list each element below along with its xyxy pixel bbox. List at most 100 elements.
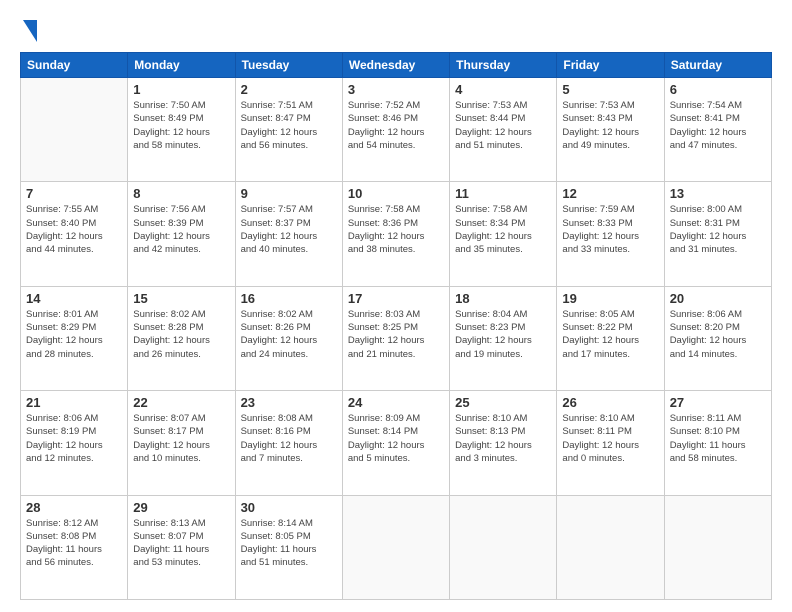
day-number: 7 (26, 186, 122, 201)
day-number: 10 (348, 186, 444, 201)
day-cell: 16 Sunrise: 8:02 AM Sunset: 8:26 PM Dayli… (235, 286, 342, 390)
day-number: 14 (26, 291, 122, 306)
day-number: 28 (26, 500, 122, 515)
weekday-header-friday: Friday (557, 53, 664, 78)
day-info: Sunrise: 8:01 AM Sunset: 8:29 PM Dayligh… (26, 308, 122, 361)
day-info: Sunrise: 8:11 AM Sunset: 8:10 PM Dayligh… (670, 412, 766, 465)
day-cell: 7 Sunrise: 7:55 AM Sunset: 8:40 PM Daylig… (21, 182, 128, 286)
day-info: Sunrise: 7:54 AM Sunset: 8:41 PM Dayligh… (670, 99, 766, 152)
day-cell: 19 Sunrise: 8:05 AM Sunset: 8:22 PM Dayli… (557, 286, 664, 390)
weekday-header-saturday: Saturday (664, 53, 771, 78)
day-number: 25 (455, 395, 551, 410)
day-number: 27 (670, 395, 766, 410)
day-number: 9 (241, 186, 337, 201)
day-info: Sunrise: 8:10 AM Sunset: 8:11 PM Dayligh… (562, 412, 658, 465)
weekday-header-monday: Monday (128, 53, 235, 78)
day-number: 20 (670, 291, 766, 306)
day-cell: 11 Sunrise: 7:58 AM Sunset: 8:34 PM Dayli… (450, 182, 557, 286)
day-cell: 21 Sunrise: 8:06 AM Sunset: 8:19 PM Dayli… (21, 391, 128, 495)
day-number: 4 (455, 82, 551, 97)
day-cell (664, 495, 771, 599)
day-number: 29 (133, 500, 229, 515)
day-cell: 15 Sunrise: 8:02 AM Sunset: 8:28 PM Dayli… (128, 286, 235, 390)
page: SundayMondayTuesdayWednesdayThursdayFrid… (0, 0, 792, 612)
day-cell: 30 Sunrise: 8:14 AM Sunset: 8:05 PM Dayli… (235, 495, 342, 599)
day-number: 8 (133, 186, 229, 201)
weekday-header-tuesday: Tuesday (235, 53, 342, 78)
week-row-0: 1 Sunrise: 7:50 AM Sunset: 8:49 PM Daylig… (21, 78, 772, 182)
day-number: 24 (348, 395, 444, 410)
day-cell: 12 Sunrise: 7:59 AM Sunset: 8:33 PM Dayli… (557, 182, 664, 286)
day-number: 16 (241, 291, 337, 306)
day-cell: 6Sunrise: 7:54 AM Sunset: 8:41 PM Daylig… (664, 78, 771, 182)
day-cell: 3Sunrise: 7:52 AM Sunset: 8:46 PM Daylig… (342, 78, 449, 182)
weekday-header-row: SundayMondayTuesdayWednesdayThursdayFrid… (21, 53, 772, 78)
day-number: 15 (133, 291, 229, 306)
day-info: Sunrise: 7:55 AM Sunset: 8:40 PM Dayligh… (26, 203, 122, 256)
day-cell (450, 495, 557, 599)
week-row-3: 21 Sunrise: 8:06 AM Sunset: 8:19 PM Dayli… (21, 391, 772, 495)
day-number: 30 (241, 500, 337, 515)
logo (20, 18, 37, 42)
weekday-header-sunday: Sunday (21, 53, 128, 78)
day-cell (557, 495, 664, 599)
day-info: Sunrise: 7:58 AM Sunset: 8:34 PM Dayligh… (455, 203, 551, 256)
day-info: Sunrise: 8:02 AM Sunset: 8:28 PM Dayligh… (133, 308, 229, 361)
day-info: Sunrise: 8:12 AM Sunset: 8:08 PM Dayligh… (26, 517, 122, 570)
day-cell: 24 Sunrise: 8:09 AM Sunset: 8:14 PM Dayli… (342, 391, 449, 495)
day-info: Sunrise: 8:05 AM Sunset: 8:22 PM Dayligh… (562, 308, 658, 361)
day-cell: 10 Sunrise: 7:58 AM Sunset: 8:36 PM Dayli… (342, 182, 449, 286)
day-number: 5 (562, 82, 658, 97)
day-info: Sunrise: 8:07 AM Sunset: 8:17 PM Dayligh… (133, 412, 229, 465)
day-cell: 2 Sunrise: 7:51 AM Sunset: 8:47 PM Daylig… (235, 78, 342, 182)
day-number: 2 (241, 82, 337, 97)
day-info: Sunrise: 8:06 AM Sunset: 8:20 PM Dayligh… (670, 308, 766, 361)
day-number: 1 (133, 82, 229, 97)
day-info: Sunrise: 7:58 AM Sunset: 8:36 PM Dayligh… (348, 203, 444, 256)
header (20, 18, 772, 42)
day-number: 19 (562, 291, 658, 306)
day-number: 3 (348, 82, 444, 97)
day-info: Sunrise: 8:14 AM Sunset: 8:05 PM Dayligh… (241, 517, 337, 570)
day-number: 11 (455, 186, 551, 201)
day-info: Sunrise: 8:00 AM Sunset: 8:31 PM Dayligh… (670, 203, 766, 256)
day-cell: 25 Sunrise: 8:10 AM Sunset: 8:13 PM Dayli… (450, 391, 557, 495)
weekday-header-thursday: Thursday (450, 53, 557, 78)
day-number: 12 (562, 186, 658, 201)
day-cell: 13Sunrise: 8:00 AM Sunset: 8:31 PM Dayli… (664, 182, 771, 286)
day-number: 23 (241, 395, 337, 410)
day-number: 22 (133, 395, 229, 410)
day-info: Sunrise: 8:08 AM Sunset: 8:16 PM Dayligh… (241, 412, 337, 465)
day-cell: 8 Sunrise: 7:56 AM Sunset: 8:39 PM Daylig… (128, 182, 235, 286)
day-info: Sunrise: 8:03 AM Sunset: 8:25 PM Dayligh… (348, 308, 444, 361)
day-cell: 9 Sunrise: 7:57 AM Sunset: 8:37 PM Daylig… (235, 182, 342, 286)
day-info: Sunrise: 7:57 AM Sunset: 8:37 PM Dayligh… (241, 203, 337, 256)
day-info: Sunrise: 7:53 AM Sunset: 8:43 PM Dayligh… (562, 99, 658, 152)
week-row-2: 14 Sunrise: 8:01 AM Sunset: 8:29 PM Dayli… (21, 286, 772, 390)
day-number: 17 (348, 291, 444, 306)
day-info: Sunrise: 7:59 AM Sunset: 8:33 PM Dayligh… (562, 203, 658, 256)
day-cell: 29 Sunrise: 8:13 AM Sunset: 8:07 PM Dayli… (128, 495, 235, 599)
day-info: Sunrise: 8:06 AM Sunset: 8:19 PM Dayligh… (26, 412, 122, 465)
day-info: Sunrise: 8:02 AM Sunset: 8:26 PM Dayligh… (241, 308, 337, 361)
weekday-header-wednesday: Wednesday (342, 53, 449, 78)
day-number: 26 (562, 395, 658, 410)
day-info: Sunrise: 7:53 AM Sunset: 8:44 PM Dayligh… (455, 99, 551, 152)
day-info: Sunrise: 8:13 AM Sunset: 8:07 PM Dayligh… (133, 517, 229, 570)
day-cell: 14 Sunrise: 8:01 AM Sunset: 8:29 PM Dayli… (21, 286, 128, 390)
day-number: 21 (26, 395, 122, 410)
day-cell: 26 Sunrise: 8:10 AM Sunset: 8:11 PM Dayli… (557, 391, 664, 495)
day-info: Sunrise: 7:50 AM Sunset: 8:49 PM Dayligh… (133, 99, 229, 152)
day-info: Sunrise: 8:09 AM Sunset: 8:14 PM Dayligh… (348, 412, 444, 465)
week-row-1: 7 Sunrise: 7:55 AM Sunset: 8:40 PM Daylig… (21, 182, 772, 286)
day-info: Sunrise: 7:51 AM Sunset: 8:47 PM Dayligh… (241, 99, 337, 152)
calendar-table: SundayMondayTuesdayWednesdayThursdayFrid… (20, 52, 772, 600)
day-cell: 23 Sunrise: 8:08 AM Sunset: 8:16 PM Dayli… (235, 391, 342, 495)
day-info: Sunrise: 8:10 AM Sunset: 8:13 PM Dayligh… (455, 412, 551, 465)
day-info: Sunrise: 7:56 AM Sunset: 8:39 PM Dayligh… (133, 203, 229, 256)
day-cell: 17 Sunrise: 8:03 AM Sunset: 8:25 PM Dayli… (342, 286, 449, 390)
day-cell: 22 Sunrise: 8:07 AM Sunset: 8:17 PM Dayli… (128, 391, 235, 495)
day-info: Sunrise: 8:04 AM Sunset: 8:23 PM Dayligh… (455, 308, 551, 361)
day-cell (342, 495, 449, 599)
day-cell: 20 Sunrise: 8:06 AM Sunset: 8:20 PM Dayli… (664, 286, 771, 390)
